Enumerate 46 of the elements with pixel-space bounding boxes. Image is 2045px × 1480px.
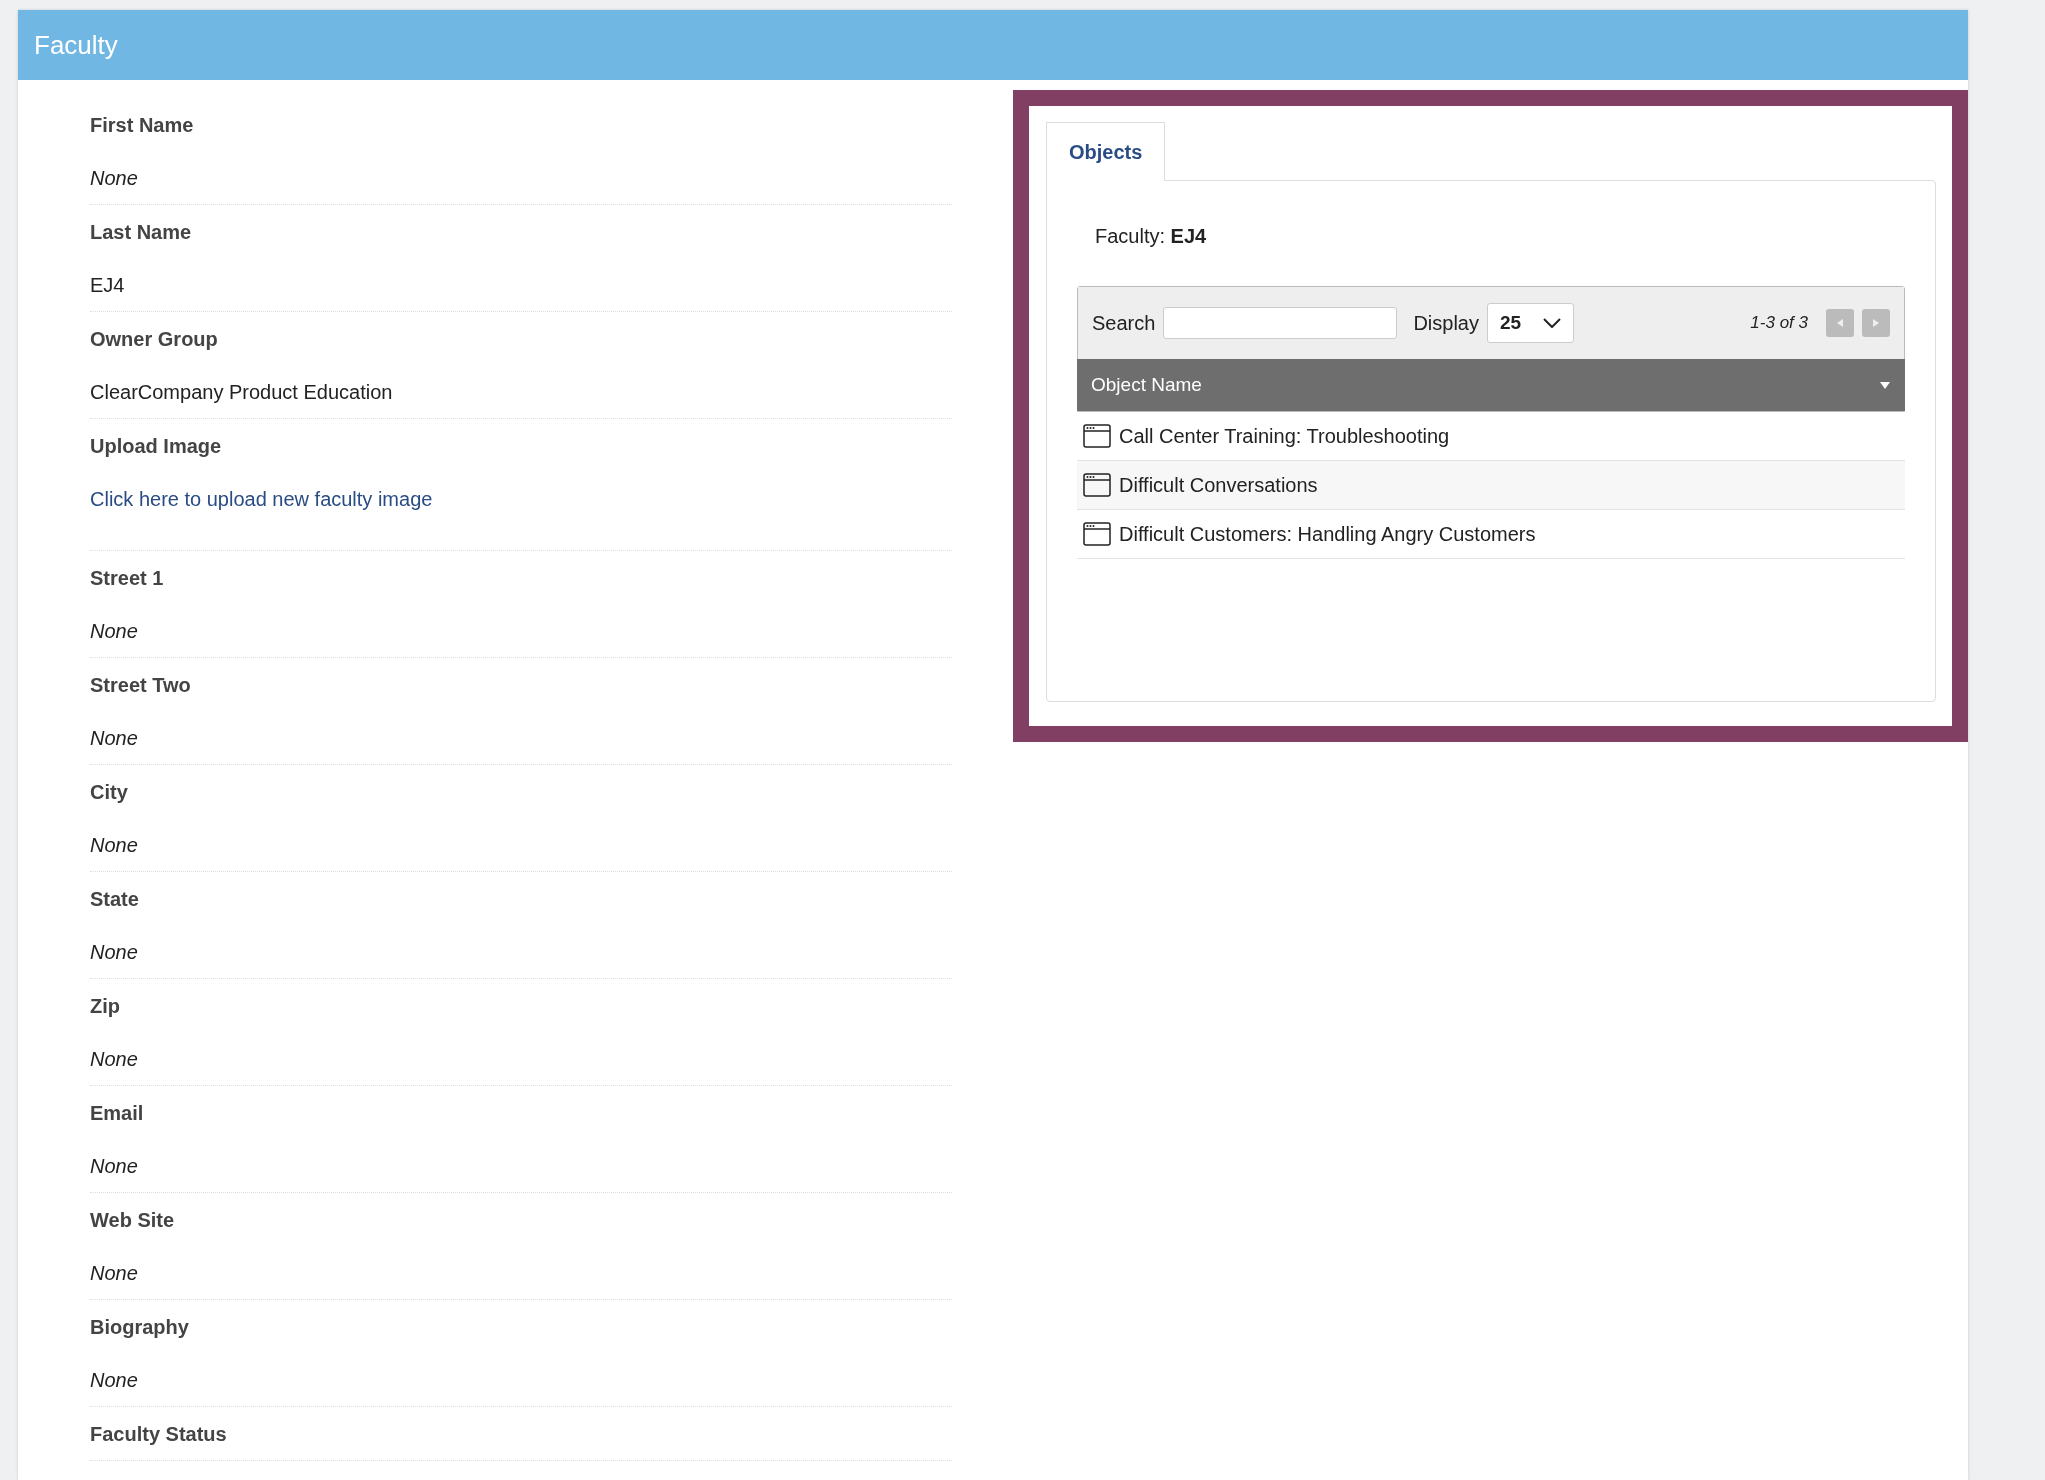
field-value: ClearCompany Product Education	[90, 379, 394, 405]
field-value: None	[90, 1260, 139, 1286]
field-value: None	[90, 165, 139, 191]
field-label: City	[90, 779, 129, 805]
window-icon	[1083, 473, 1111, 497]
next-page-button[interactable]	[1862, 309, 1890, 337]
objects-tab[interactable]: Objects	[1046, 122, 1166, 181]
field-value: EJ4	[90, 272, 126, 298]
field-label: First Name	[90, 112, 195, 138]
field-label: State	[90, 886, 140, 912]
field-value: None	[90, 725, 139, 751]
search-field[interactable]	[1163, 307, 1398, 339]
field-value: None	[90, 832, 139, 858]
field-label: Last Name	[90, 219, 193, 245]
field-label: Email	[90, 1100, 145, 1126]
object-name[interactable]: Call Center Training: Troubleshooting	[1119, 421, 1450, 451]
upload-link[interactable]: Click here to upload new faculty image	[90, 472, 952, 538]
field-label: Street 1	[90, 565, 165, 591]
page-title: Faculty	[34, 28, 118, 62]
right-arrow-icon	[1871, 318, 1881, 328]
field-label: Faculty Status	[90, 1421, 228, 1447]
object-name[interactable]: Difficult Customers: Handling Angry Customers	[1119, 519, 1536, 549]
field-value: None	[90, 1046, 139, 1072]
field-label: Upload Image	[90, 433, 223, 459]
faculty-caption: Faculty: EJ4	[1094, 224, 1208, 249]
chevron-icon	[1542, 318, 1561, 328]
previous-page-button[interactable]	[1826, 309, 1854, 337]
field-label: Web Site	[90, 1207, 176, 1233]
object-name[interactable]: Difficult Conversations	[1119, 470, 1318, 500]
column-header[interactable]: Object Name	[1077, 359, 1905, 411]
field-value: None	[90, 618, 139, 644]
pager-text: 1-3 of 3	[1750, 312, 1808, 335]
field-label: Biography	[90, 1314, 190, 1340]
field-label: Street Two	[90, 672, 192, 698]
display-select[interactable]: 25	[1486, 303, 1574, 343]
window-icon	[1083, 424, 1111, 448]
field-value: None	[90, 1367, 139, 1393]
window-icon	[1083, 522, 1111, 546]
display-label: Display	[1413, 311, 1479, 336]
field-value: None	[90, 939, 139, 965]
field-label: Owner Group	[90, 326, 219, 352]
left-arrow-icon	[1835, 318, 1845, 328]
field-label: Zip	[90, 993, 121, 1019]
field-value: None	[90, 1153, 139, 1179]
sort-icon	[1879, 380, 1891, 390]
search-label: Search	[1092, 311, 1156, 336]
